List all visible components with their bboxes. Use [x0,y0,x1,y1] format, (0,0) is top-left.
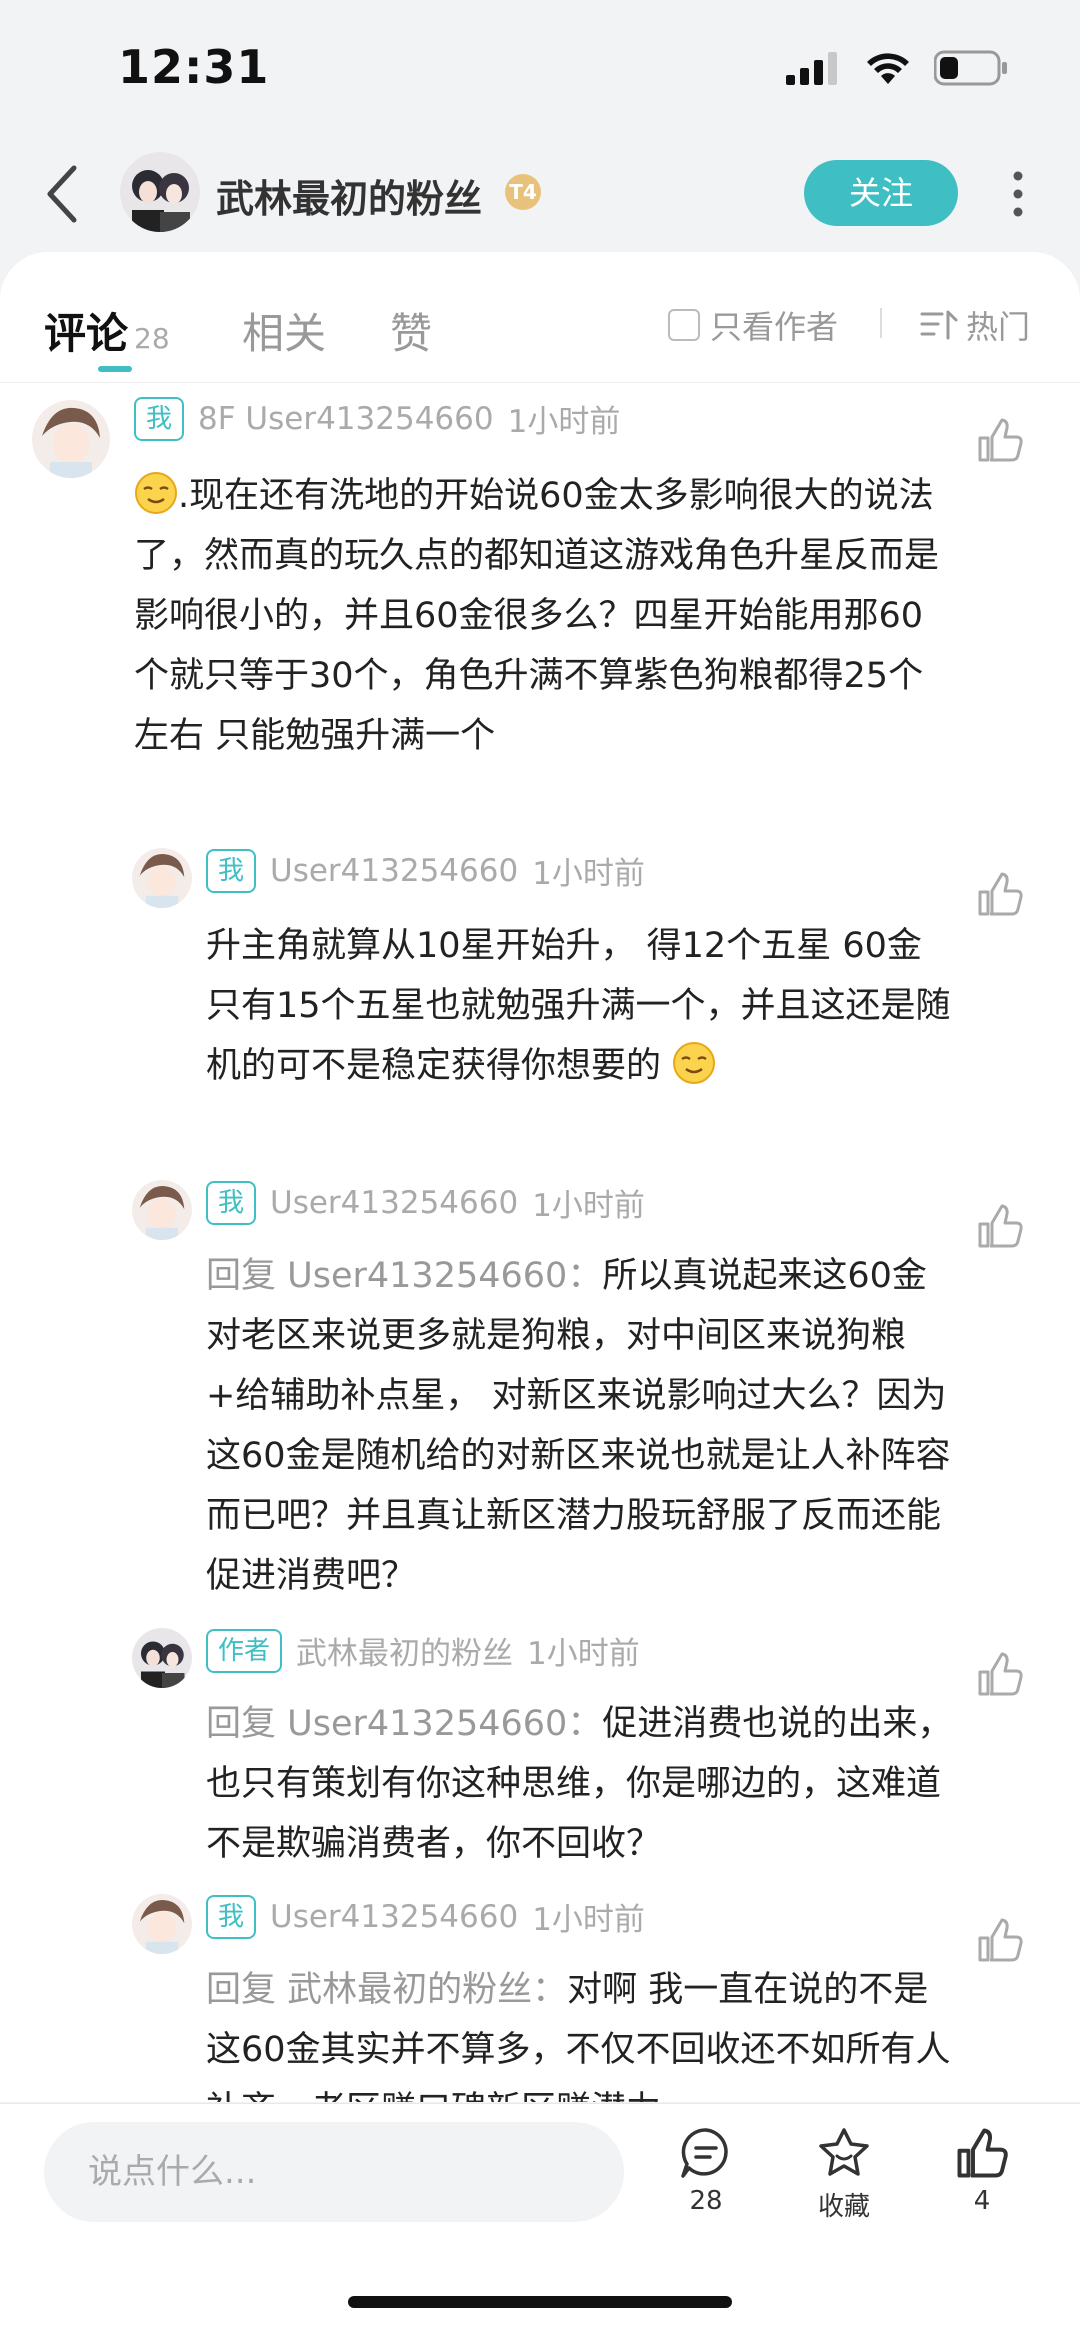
top-nav: 武林最初的粉丝 T4 关注 [0,140,1080,250]
reply-meta: 作者 武林最初的粉丝 1小时前 [206,1628,640,1673]
tab-related[interactable]: 相关 [242,300,326,361]
like-button[interactable]: 4 [932,2126,1032,2216]
reply-body: 回复 武林最初的粉丝：对啊 我一直在说的不是这60金其实并不算多，不仅不回收还不… [206,1960,956,2102]
reply-prefix: 回复 武林最初的粉丝： [206,1970,568,2010]
signal-icon [786,52,837,85]
reply-time: 1小时前 [527,1636,640,1672]
reply-time: 1小时前 [532,1902,645,1938]
reply-user[interactable]: 武林最初的粉丝 [296,1628,513,1673]
comment-text: .现在还有洗地的开始说60金太多影响很大的说法了，然而真的玩久点的都知道这游戏角… [134,476,940,756]
status-icons [786,50,1010,86]
more-icon[interactable] [1012,170,1024,218]
me-badge: 我 [206,1894,257,1939]
author-badge: 作者 [206,1628,283,1673]
reply-text: 所以真说起来这60金对老区来说更多就是狗粮，对中间区来说狗粮+给辅助补点星， 对… [206,1256,951,1596]
only-author-label: 只看作者 [710,308,839,346]
like-count: 4 [973,2186,991,2216]
sort-button[interactable]: 热门 [920,302,1030,348]
comment-count: 28 [689,2186,723,2216]
tab-comments[interactable]: 评论 28 [44,300,170,361]
tab-divider [880,308,882,338]
status-time: 12:31 [118,40,270,94]
tab-bar: 评论 28 相关 赞 只看作者 热门 [0,252,1080,383]
avatar[interactable] [32,400,110,478]
tab-active-indicator [98,366,132,372]
comment-icon [681,2128,728,2178]
reply-body: 回复 User413254660：促进消费也说的出来，也只有策划有你这种思维，你… [206,1694,956,1874]
follow-button[interactable]: 关注 [804,160,958,226]
avatar[interactable] [132,1628,192,1688]
reply-time: 1小时前 [532,1188,645,1224]
comment-time: 1小时前 [507,404,621,440]
comment-input[interactable]: 说点什么... [44,2122,624,2222]
tab-likes[interactable]: 赞 [390,300,432,361]
smirk-emoji-icon [135,472,177,514]
favorite-icon [819,2128,869,2176]
like-icon[interactable] [976,1650,1024,1698]
sort-icon [920,310,958,340]
favorite-button[interactable]: 收藏 [794,2126,894,2223]
reply-user[interactable]: User413254660 [270,1185,518,1221]
comment-user[interactable]: 8F User413254660 [198,401,494,437]
sort-label: 热门 [966,308,1031,346]
reply-text: 升主角就算从10星开始升， 得12个五星 60金只有15个五星也就勉强升满一个，… [206,926,951,1086]
avatar[interactable] [132,1894,192,1954]
comment-body: .现在还有洗地的开始说60金太多影响很大的说法了，然而真的玩久点的都知道这游戏角… [134,466,954,766]
reply-meta: 我 User413254660 1小时前 [206,848,645,893]
reply-prefix: 回复 User413254660： [206,1704,603,1744]
favorite-label: 收藏 [817,2192,870,2222]
comment-panel: 评论 28 相关 赞 只看作者 热门 我 8F User413254660 1小… [0,252,1080,2102]
wifi-icon [867,53,909,84]
only-author-toggle[interactable]: 只看作者 [668,302,838,348]
tab-comments-count: 28 [134,322,170,355]
reply-user[interactable]: User413254660 [270,1899,518,1935]
reply-meta: 我 User413254660 1小时前 [206,1894,645,1939]
reply-user[interactable]: User413254660 [270,853,518,889]
author-avatar[interactable] [120,152,200,232]
smirk-emoji-icon [673,1042,716,1084]
author-name[interactable]: 武林最初的粉丝 [216,168,482,223]
home-indicator [348,2296,732,2308]
tab-comments-label: 评论 [44,309,129,358]
back-icon[interactable] [42,162,82,226]
me-badge: 我 [134,396,185,441]
level-badge: T4 [505,174,541,210]
thumbs-up-icon [957,2128,1008,2178]
status-bar: 12:31 [0,0,1080,140]
me-badge: 我 [206,1180,257,1225]
avatar[interactable] [132,848,192,908]
reply-body: 升主角就算从10星开始升， 得12个五星 60金只有15个五星也就勉强升满一个，… [206,916,956,1096]
like-icon[interactable] [976,870,1024,918]
only-author-checkbox[interactable] [668,309,700,341]
avatar[interactable] [132,1180,192,1240]
comment-meta: 我 8F User413254660 1小时前 [134,396,620,441]
reply-time: 1小时前 [532,856,645,892]
battery-icon [934,50,1007,86]
reply-body: 回复 User413254660：所以真说起来这60金对老区来说更多就是狗粮，对… [206,1246,956,1606]
like-icon[interactable] [976,416,1024,464]
like-icon[interactable] [976,1916,1024,1964]
reply-prefix: 回复 User413254660： [206,1256,603,1296]
comment-count-button[interactable]: 28 [656,2126,756,2216]
me-badge: 我 [206,848,257,893]
reply-meta: 我 User413254660 1小时前 [206,1180,645,1225]
like-icon[interactable] [976,1202,1024,1250]
